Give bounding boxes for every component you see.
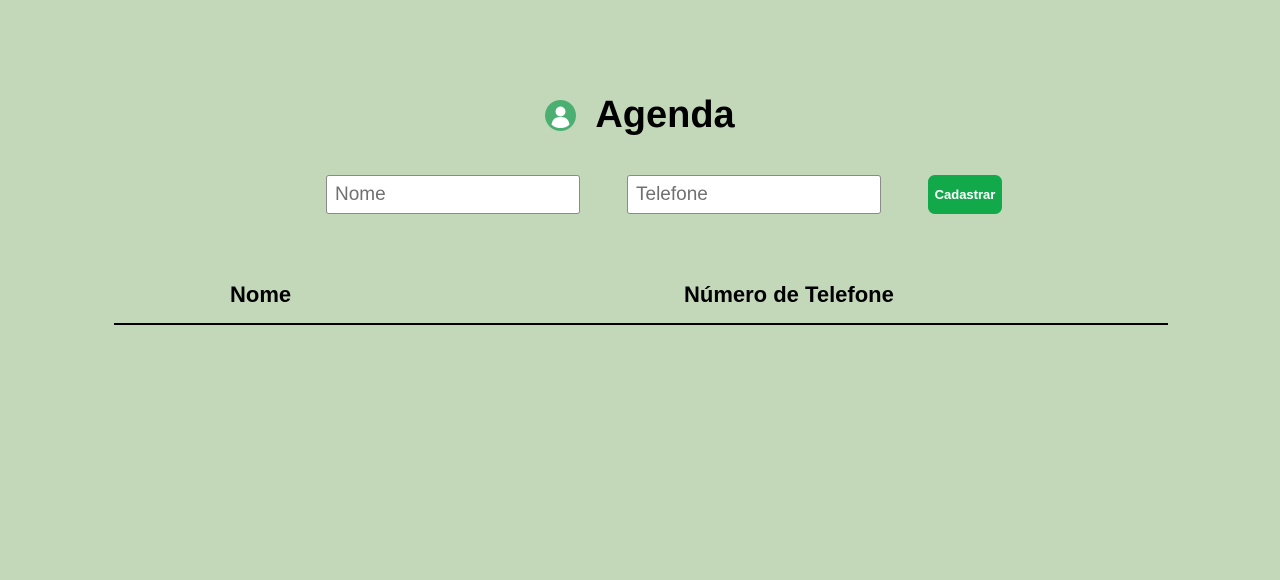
contacts-table-header: Nome Número de Telefone <box>114 277 1168 325</box>
column-header-phone: Número de Telefone <box>684 282 894 307</box>
name-input[interactable] <box>326 175 580 214</box>
user-circle-icon <box>545 99 577 131</box>
page-title: Agenda <box>595 94 735 136</box>
column-header-name: Nome <box>230 282 292 307</box>
register-button[interactable]: Cadastrar <box>928 175 1002 214</box>
phone-input[interactable] <box>627 175 881 214</box>
page-header: Agenda <box>0 90 1280 140</box>
